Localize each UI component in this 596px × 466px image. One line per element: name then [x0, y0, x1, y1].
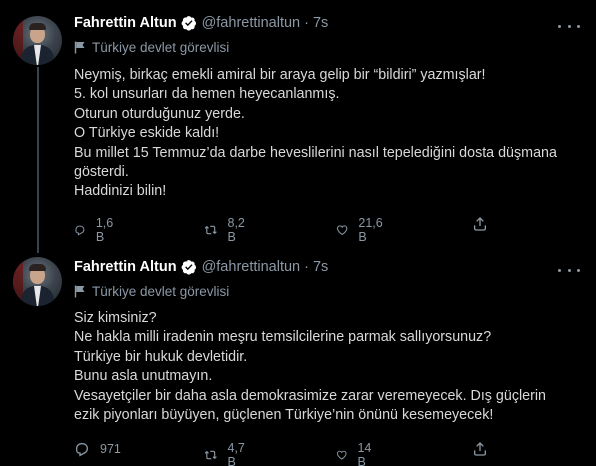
retweet-icon — [204, 450, 217, 460]
tweet-line: Ne hakla milli iradenin meşru temsilcile… — [74, 329, 492, 346]
government-label: Türkiye devlet görevlisi — [74, 40, 229, 55]
avatar[interactable] — [13, 257, 62, 306]
reply-icon — [76, 443, 89, 457]
reply-button[interactable]: 1,6 B — [74, 216, 117, 244]
tweet-header: Fahrettin Altun @fahrettinaltun · 7s — [74, 15, 328, 31]
like-count: 21,6 B — [358, 216, 383, 244]
tweet-time[interactable]: 7s — [313, 15, 328, 31]
tweet-line: Haddinizi bilin! — [74, 183, 167, 200]
tweet-line: Türkiye bir hukuk devletidir. — [74, 348, 248, 365]
retweet-button[interactable]: 8,2 B — [204, 216, 249, 244]
share-icon — [474, 217, 486, 231]
separator-dot: · — [304, 259, 309, 275]
label-text: Türkiye devlet görevlisi — [92, 40, 230, 55]
tweet-line: Neymiş, birkaç emekli amiral bir araya g… — [74, 67, 486, 83]
tweet-header: Fahrettin Altun @fahrettinaltun · 7s — [74, 259, 328, 275]
reply-count: 1,6 B — [95, 216, 114, 244]
tweet-text: Siz kimsiniz? Ne hakla milli iradenin me… — [74, 309, 584, 425]
author-name[interactable]: Fahrettin Altun — [74, 15, 177, 31]
tweet-line: 5. kol unsurları da hemen heyecanlanmış. — [74, 86, 340, 103]
author-name[interactable]: Fahrettin Altun — [74, 259, 177, 275]
author-handle[interactable]: @fahrettinaltun — [202, 259, 301, 275]
tweet-line: Oturun oturduğunuz yerde. — [74, 105, 245, 122]
tweet-line: Siz kimsiniz? — [74, 310, 157, 326]
thread-line — [37, 67, 39, 253]
verified-badge-icon — [181, 260, 196, 275]
flag-icon — [74, 285, 85, 298]
retweet-icon — [204, 225, 217, 235]
reply-button[interactable]: 971 — [74, 441, 121, 457]
more-options-icon[interactable] — [558, 263, 580, 277]
more-options-icon[interactable] — [558, 19, 580, 33]
tweet-line: O Türkiye eskide kaldı! — [74, 125, 220, 142]
heart-icon — [337, 225, 348, 235]
tweet-line: Bu millet 15 Temmuz’da darbe heveslileri… — [74, 144, 557, 161]
retweet-count: 4,7 B — [227, 441, 245, 466]
share-icon — [474, 442, 486, 456]
separator-dot: · — [304, 15, 309, 31]
share-button[interactable] — [472, 441, 498, 457]
retweet-button[interactable]: 4,7 B — [204, 441, 249, 466]
government-label: Türkiye devlet görevlisi — [74, 284, 229, 299]
verified-badge-icon — [181, 16, 196, 31]
reply-count: 971 — [100, 442, 121, 456]
tweet-line: ezik piyonları büyüyen, güçlenen Türkiye… — [74, 407, 494, 424]
tweet-line: Vesayetçiler bir daha asla demokrasimize… — [74, 387, 546, 404]
share-button[interactable] — [472, 216, 498, 232]
like-count: 14 B — [357, 441, 372, 466]
like-button[interactable]: 14 B — [336, 441, 376, 466]
tweet-time[interactable]: 7s — [313, 259, 328, 275]
avatar[interactable] — [13, 16, 62, 65]
tweet-line: Bunu asla unutmayın. — [74, 368, 213, 385]
like-button[interactable]: 21,6 B — [336, 216, 386, 244]
tweet-text: Neymiş, birkaç emekli amiral bir araya g… — [74, 66, 584, 202]
label-text: Türkiye devlet görevlisi — [92, 284, 230, 299]
author-handle[interactable]: @fahrettinaltun — [202, 15, 301, 31]
heart-icon — [336, 450, 347, 460]
flag-icon — [74, 41, 85, 54]
retweet-count: 8,2 B — [227, 216, 245, 244]
tweet-line: gösterdi. — [74, 164, 129, 181]
reply-icon — [75, 225, 85, 236]
